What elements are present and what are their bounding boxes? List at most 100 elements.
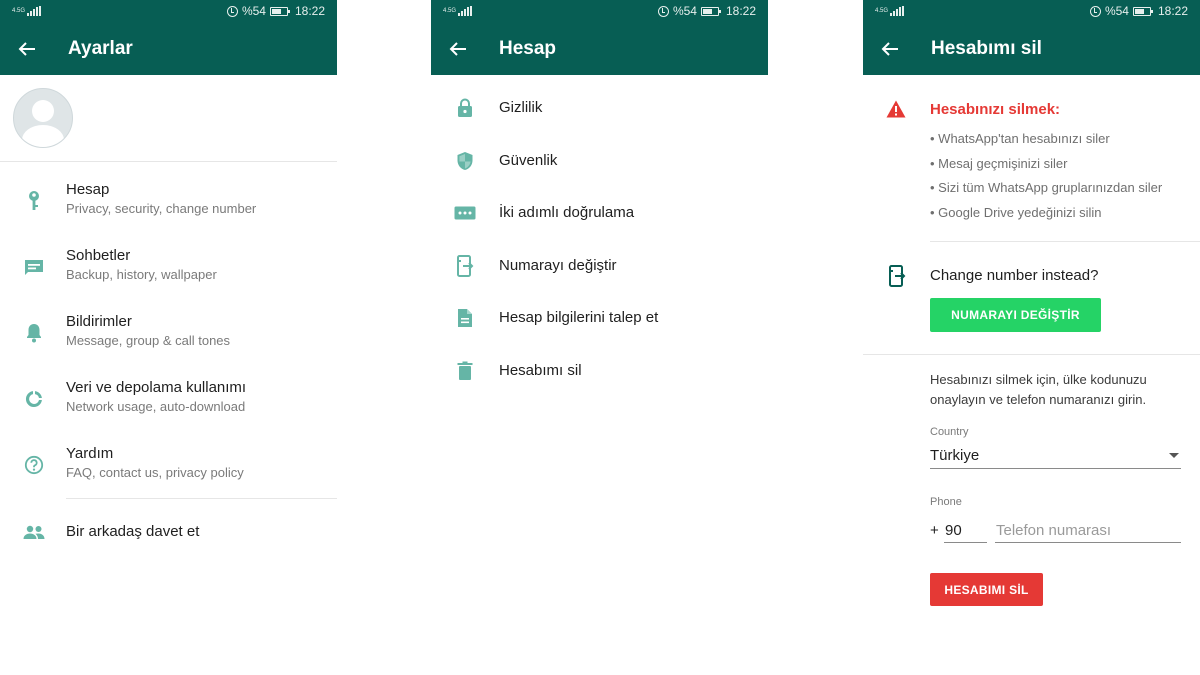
list-item: WhatsApp'tan hesabınızı siler: [930, 127, 1162, 152]
account-item-two-step[interactable]: İki adımlı doğrulama: [431, 187, 768, 240]
account-item-label: Hesap bilgilerini talep et: [499, 309, 659, 327]
account-item-label: Gizlilik: [499, 99, 543, 117]
settings-item-subtitle: Privacy, security, change number: [66, 201, 257, 216]
dots-icon: [454, 202, 476, 224]
delete-account-screen: 4.5G %54 18:22 Hesabımı sil Hesabınızı s…: [863, 0, 1200, 675]
delete-account-button[interactable]: HESABIMI SİL: [930, 573, 1043, 606]
bell-icon: [23, 322, 45, 344]
status-bar: 4.5G %54 18:22: [863, 0, 1200, 22]
clock: 18:22: [294, 4, 325, 18]
clock: 18:22: [725, 4, 756, 18]
country-label: Country: [930, 426, 969, 438]
account-item-privacy[interactable]: Gizlilik: [431, 82, 768, 135]
settings-screen: 4.5G %54 18:22 Ayarlar Hesap Privacy, se…: [0, 0, 337, 675]
settings-item-subtitle: Backup, history, wallpaper: [66, 267, 217, 282]
battery-percent: %54: [672, 4, 697, 18]
settings-item-subtitle: Network usage, auto-download: [66, 399, 246, 414]
phone-number-input[interactable]: [995, 519, 1181, 543]
settings-item-title: Bildirimler: [66, 313, 132, 330]
back-arrow-icon[interactable]: [17, 39, 37, 59]
battery-percent: %54: [241, 4, 266, 18]
signal-bars-icon: [458, 6, 473, 16]
signal-indicator: 4.5G: [443, 6, 473, 16]
divider: [863, 354, 1200, 355]
settings-item-title: Sohbetler: [66, 247, 131, 264]
account-item-request-info[interactable]: Hesap bilgilerini talep et: [431, 292, 768, 345]
invite-friend-label: Bir arkadaş davet et: [66, 523, 200, 540]
warning-icon: [886, 100, 906, 118]
phone-label: Phone: [930, 496, 962, 508]
account-item-change-number[interactable]: Numarayı değiştir: [431, 240, 768, 293]
account-item-label: İki adımlı doğrulama: [499, 204, 635, 222]
alarm-icon: [657, 5, 669, 17]
invite-friend-item[interactable]: Bir arkadaş davet et: [0, 499, 337, 565]
battery-percent: %54: [1104, 4, 1129, 18]
list-item: Sizi tüm WhatsApp gruplarınızdan siler: [930, 176, 1162, 201]
settings-item-chats[interactable]: Sohbetler Backup, history, wallpaper: [0, 234, 337, 300]
settings-item-notifications[interactable]: Bildirimler Message, group & call tones: [0, 300, 337, 366]
avatar[interactable]: [13, 88, 73, 148]
settings-item-subtitle: Message, group & call tones: [66, 333, 231, 348]
country-select[interactable]: Türkiye: [930, 443, 1181, 469]
consequences-list: WhatsApp'tan hesabınızı siler Mesaj geçm…: [930, 127, 1162, 226]
network-type: 4.5G: [12, 8, 26, 14]
dropdown-arrow-icon: [1169, 453, 1179, 458]
alarm-icon: [1089, 5, 1101, 17]
instructions-text: Hesabınızı silmek için, ülke kodunuzu on…: [930, 372, 1147, 407]
profile-row[interactable]: [0, 75, 337, 162]
settings-item-help[interactable]: Yardım FAQ, contact us, privacy policy: [0, 432, 337, 498]
divider: [930, 241, 1200, 242]
app-bar: Hesap: [431, 22, 768, 75]
account-screen: 4.5G %54 18:22 Hesap Gizlilik Güvenlik İ…: [431, 0, 768, 675]
document-icon: [454, 307, 476, 329]
people-icon: [22, 521, 46, 543]
page-title: Ayarlar: [68, 37, 133, 59]
settings-item-subtitle: FAQ, contact us, privacy policy: [66, 465, 244, 480]
app-bar: Ayarlar: [0, 22, 337, 75]
key-icon: [23, 190, 45, 212]
alarm-icon: [226, 5, 238, 17]
settings-item-title: Veri ve depolama kullanımı: [66, 379, 247, 396]
plus-sign: +: [930, 522, 939, 539]
chat-icon: [23, 256, 45, 278]
page-title: Hesabımı sil: [931, 37, 1042, 59]
status-bar: 4.5G %54 18:22: [431, 0, 768, 22]
list-item: Google Drive yedeğinizi silin: [930, 201, 1162, 226]
data-usage-icon: [23, 388, 45, 410]
clock: 18:22: [1157, 4, 1188, 18]
change-number-prompt: Change number instead?: [930, 267, 1099, 284]
back-arrow-icon[interactable]: [880, 39, 900, 59]
page-title: Hesap: [499, 37, 557, 59]
signal-indicator: 4.5G: [12, 6, 42, 16]
back-arrow-icon[interactable]: [448, 39, 468, 59]
battery-icon: [1132, 6, 1153, 16]
account-item-security[interactable]: Güvenlik: [431, 135, 768, 188]
signal-bars-icon: [27, 6, 42, 16]
app-bar: Hesabımı sil: [863, 22, 1200, 75]
account-item-label: Numarayı değiştir: [499, 256, 617, 274]
signal-indicator: 4.5G: [875, 6, 905, 16]
change-number-button[interactable]: NUMARAYI DEĞİŞTİR: [930, 298, 1101, 332]
network-type: 4.5G: [875, 8, 889, 14]
lock-icon: [454, 97, 476, 119]
shield-icon: [454, 150, 476, 172]
settings-item-data-storage[interactable]: Veri ve depolama kullanımı Network usage…: [0, 366, 337, 432]
country-code-input[interactable]: [944, 519, 987, 543]
network-type: 4.5G: [443, 8, 457, 14]
change-number-icon: [889, 265, 906, 287]
battery-icon: [700, 6, 721, 16]
country-value: Türkiye: [930, 447, 980, 464]
list-item: Mesaj geçmişinizi siler: [930, 152, 1162, 177]
settings-item-title: Hesap: [66, 181, 110, 198]
change-number-icon: [454, 254, 476, 277]
account-item-label: Hesabımı sil: [499, 361, 582, 379]
settings-item-account[interactable]: Hesap Privacy, security, change number: [0, 168, 337, 234]
status-bar: 4.5G %54 18:22: [0, 0, 337, 22]
account-item-delete[interactable]: Hesabımı sil: [431, 345, 768, 398]
trash-icon: [454, 360, 476, 382]
help-icon: [23, 454, 45, 476]
signal-bars-icon: [890, 6, 905, 16]
account-item-label: Güvenlik: [499, 151, 558, 169]
battery-icon: [269, 6, 290, 16]
warning-title: Hesabınızı silmek:: [930, 101, 1061, 118]
